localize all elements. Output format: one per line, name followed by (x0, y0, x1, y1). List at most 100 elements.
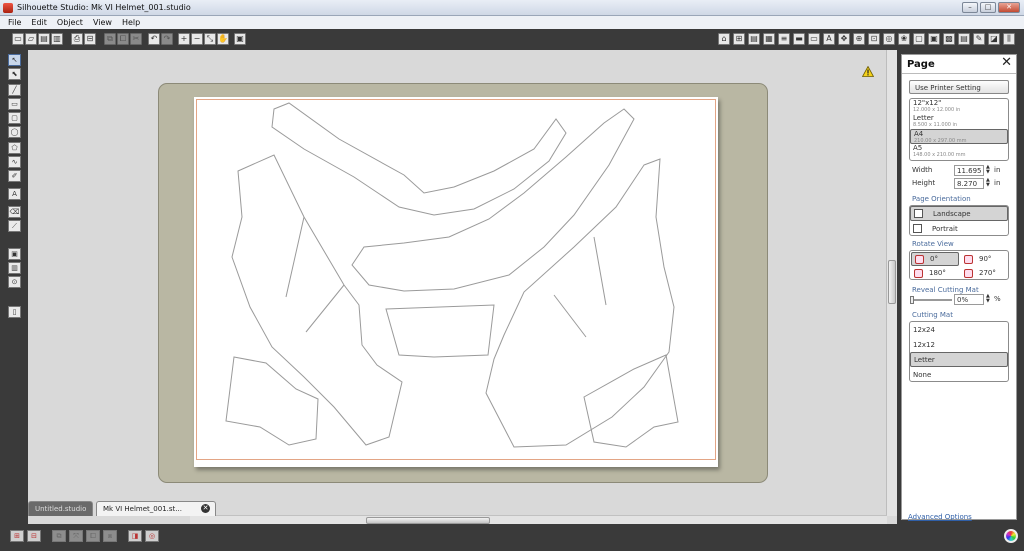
color-wheel-icon[interactable] (1004, 529, 1018, 543)
design-icon[interactable]: ◪ (988, 33, 1000, 45)
undo-icon[interactable]: ↶ (148, 33, 160, 45)
horizontal-scroll-thumb[interactable] (366, 517, 490, 524)
rotate-0[interactable]: 0° (911, 252, 959, 266)
zoom-out-icon[interactable]: − (191, 33, 203, 45)
paper-size-item[interactable]: Letter 8.500 x 11.000 in (910, 114, 1008, 129)
save-as-icon[interactable]: ▥ (51, 33, 63, 45)
layers-panel-icon[interactable]: ▥ (8, 262, 21, 274)
group-icon[interactable]: ⊞ (10, 530, 24, 542)
subtract-icon[interactable]: ⧈ (103, 530, 117, 542)
ungroup-icon[interactable]: ⊟ (27, 530, 41, 542)
save-icon[interactable]: ▤ (38, 33, 50, 45)
print-icon[interactable]: ⎙ (71, 33, 83, 45)
design-canvas[interactable] (28, 50, 886, 524)
rotate-3[interactable]: 270° (961, 266, 1009, 280)
close-tab-icon[interactable]: ✕ (201, 504, 210, 513)
orientation-landscape[interactable]: Landscape (910, 206, 1008, 221)
freehand-tool-icon[interactable]: ✐ (8, 170, 21, 182)
redo-icon[interactable]: ↷ (161, 33, 173, 45)
fill-panel-icon[interactable]: ▣ (8, 248, 21, 260)
horizontal-scrollbar[interactable] (190, 515, 887, 524)
maximize-button[interactable]: □ (980, 2, 996, 13)
paper-size-item[interactable]: A4 210.00 x 297.00 mm (910, 129, 1008, 144)
cut-icon[interactable]: ✂ (130, 33, 142, 45)
fill-color-icon[interactable]: ▬ (793, 33, 805, 45)
mat-preview-icon[interactable]: ▣ (928, 33, 940, 45)
reveal-slider-knob[interactable] (910, 296, 914, 304)
eraser-tool-icon[interactable]: ⌫ (8, 206, 21, 218)
text-style-icon[interactable]: A (823, 33, 835, 45)
send-to-back-icon[interactable]: ◎ (145, 530, 159, 542)
compound-path-icon[interactable]: ⧉ (52, 530, 66, 542)
menu-file[interactable]: File (8, 18, 21, 27)
text-tool-icon[interactable]: A (8, 188, 21, 200)
rotate-1[interactable]: 90° (961, 252, 1009, 266)
menu-object[interactable]: Object (57, 18, 83, 27)
transform-icon[interactable]: ✥ (838, 33, 850, 45)
point-edit-tool-icon[interactable]: ⬉ (8, 68, 21, 80)
menu-help[interactable]: Help (122, 18, 140, 27)
paper-size-item[interactable]: 12"x12" 12.000 x 12.000 in (910, 99, 1008, 114)
width-input[interactable]: 11.695 (954, 165, 984, 176)
curve-tool-icon[interactable]: ∿ (8, 156, 21, 168)
rounded-rectangle-tool-icon[interactable]: ▢ (8, 112, 21, 124)
menu-edit[interactable]: Edit (31, 18, 47, 27)
send-to-cutter-icon[interactable]: ⊟ (84, 33, 96, 45)
grid-icon[interactable]: ⊞ (733, 33, 745, 45)
release-compound-icon[interactable]: ⤧ (69, 530, 83, 542)
minimize-button[interactable]: – (962, 2, 978, 13)
cut-settings-icon[interactable]: ▦ (763, 33, 775, 45)
height-input[interactable]: 8.270 (954, 178, 984, 189)
knife-tool-icon[interactable]: ⟋ (8, 220, 21, 232)
replicate-icon[interactable]: ⊕ (853, 33, 865, 45)
page-setup-icon[interactable]: ▤ (748, 33, 760, 45)
fit-to-page-icon[interactable]: ▣ (234, 33, 246, 45)
reveal-stepper-icon[interactable]: ▲ ▼ (986, 294, 990, 304)
tab-untitled[interactable]: Untitled.studio (28, 501, 93, 516)
paste-icon[interactable]: ⧠ (117, 33, 129, 45)
ellipse-tool-icon[interactable]: ◯ (8, 126, 21, 138)
trace-icon[interactable]: ❀ (898, 33, 910, 45)
zoom-select-icon[interactable]: ⤡ (204, 33, 216, 45)
polygon-tool-icon[interactable]: ⬠ (8, 142, 21, 154)
line-style-icon[interactable]: ≡ (778, 33, 790, 45)
weld-icon[interactable]: ⧠ (86, 530, 100, 542)
copy-icon[interactable]: ⧉ (104, 33, 116, 45)
modify-icon[interactable]: ⊡ (868, 33, 880, 45)
library-panel-icon[interactable]: ▯ (8, 306, 21, 318)
warning-icon[interactable] (862, 66, 874, 77)
cutting-mat-item[interactable]: None (910, 367, 1008, 382)
show-library-icon[interactable]: ▩ (943, 33, 955, 45)
open-file-icon[interactable]: ▱ (25, 33, 37, 45)
vertical-scroll-thumb[interactable] (888, 260, 896, 304)
vertical-scrollbar[interactable] (886, 50, 897, 516)
cutting-mat-item[interactable]: 12x12 (910, 337, 1008, 352)
close-window-button[interactable]: ✕ (998, 2, 1020, 13)
line-color-icon[interactable]: ▭ (808, 33, 820, 45)
tab-mk-vi-helmet[interactable]: Mk VI Helmet_001.st... ✕ (96, 501, 216, 516)
use-printer-setting-button[interactable]: Use Printer Setting (909, 80, 1009, 94)
panel-close-icon[interactable]: ✕ (1001, 56, 1012, 69)
cutting-mat-item[interactable]: 12x24 (910, 322, 1008, 337)
reveal-slider[interactable] (910, 296, 952, 304)
cutting-mat-item[interactable]: Letter (910, 352, 1008, 367)
sketch-icon[interactable]: ✎ (973, 33, 985, 45)
advanced-options-link[interactable]: Advanced Options (908, 513, 972, 521)
store-icon[interactable]: ⌂ (718, 33, 730, 45)
reveal-input[interactable]: 0% (954, 294, 984, 305)
line-tool-icon[interactable]: ╱ (8, 84, 21, 96)
orientation-portrait[interactable]: Portrait (910, 221, 1008, 236)
library-icon[interactable]: ▢ (913, 33, 925, 45)
bring-to-front-icon[interactable]: ◨ (128, 530, 142, 542)
select-tool-icon[interactable]: ↖ (8, 54, 21, 66)
paper-size-item[interactable]: A5 148.00 x 210.00 mm (910, 144, 1008, 159)
offset-icon[interactable]: ◎ (883, 33, 895, 45)
helmet-pattern-shapes[interactable] (194, 97, 718, 467)
rectangle-tool-icon[interactable]: ▭ (8, 98, 21, 110)
height-stepper-icon[interactable]: ▲ ▼ (986, 178, 990, 188)
media-icon[interactable]: ▤ (958, 33, 970, 45)
new-file-icon[interactable]: ▭ (12, 33, 24, 45)
menu-view[interactable]: View (93, 18, 112, 27)
pan-hand-icon[interactable]: ✋ (217, 33, 229, 45)
zoom-in-icon[interactable]: + (178, 33, 190, 45)
